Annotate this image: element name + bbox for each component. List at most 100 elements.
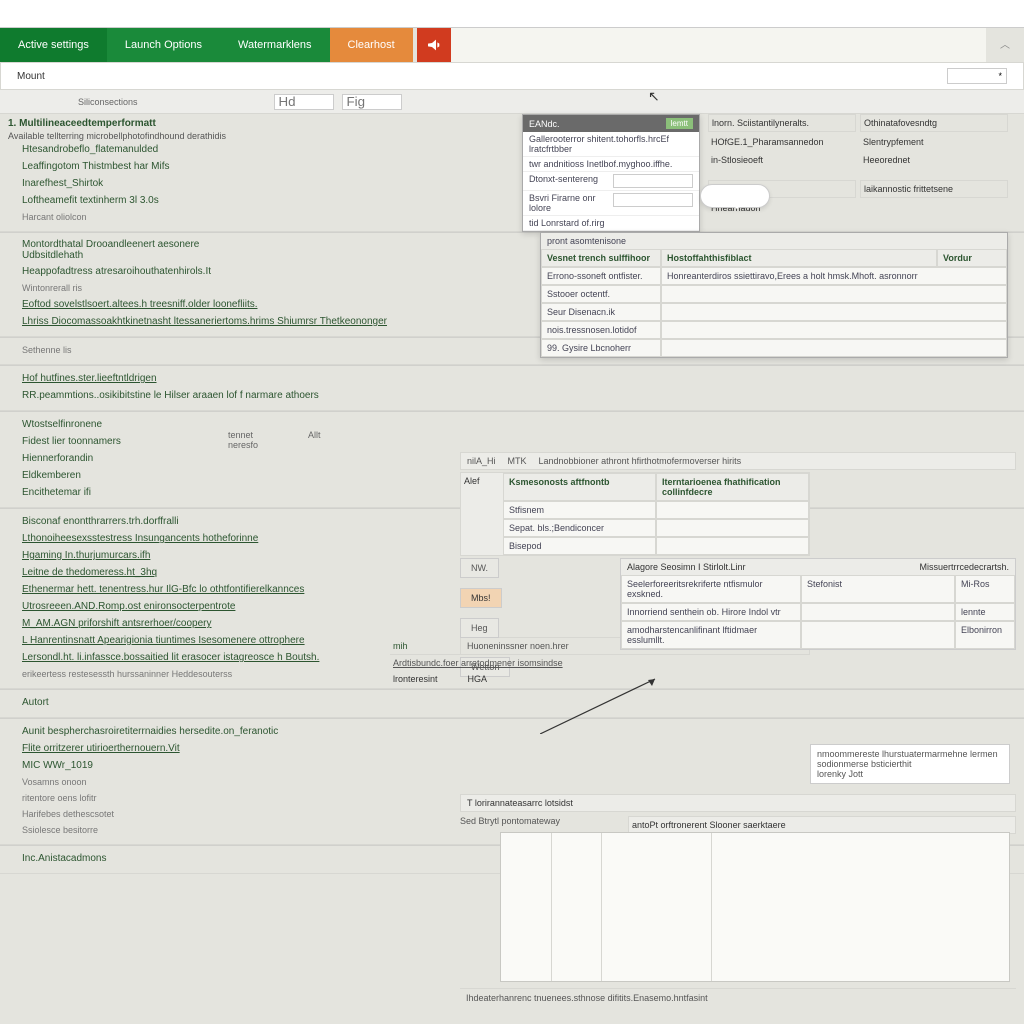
kv-key[interactable]: Hiennerforandin — [8, 450, 228, 467]
info-card-row: lorenky Jott — [817, 769, 1003, 779]
row-label[interactable]: Montordthatal Drooandleenert aesonere Ud… — [22, 239, 202, 261]
float-a-row: tid Lonrstard of.rirg — [523, 216, 699, 231]
sub-tab-active[interactable]: Mbs! — [460, 588, 502, 608]
sub-a-header: Ksmesonosts aftfnontb — [503, 473, 656, 501]
toolbar-label: Siliconsections — [78, 97, 138, 107]
breadcrumb-bar: Mount — [0, 62, 1024, 90]
low-panel-link[interactable]: Ardtisbundc.foer arretodmener isomsindse — [390, 655, 610, 671]
sub-b-header: Alagore Seosimn I Stirlolt.Linr — [627, 562, 746, 572]
tab-watermarklens[interactable]: Watermarklens — [220, 28, 330, 62]
tab-launch-options[interactable]: Launch Options — [107, 28, 220, 62]
low-panel: mih Ardtisbundc.foer arretodmener isomsi… — [390, 638, 610, 687]
breadcrumb-mini-input[interactable] — [947, 68, 1007, 84]
rcol-cell[interactable]: lnorn. Sciistantilyneralts. — [708, 114, 856, 132]
grid-cell[interactable] — [661, 339, 1007, 357]
sub-a-cell[interactable] — [656, 537, 809, 555]
float-panel-a: EANdc. lemtt Gallerooterror shitent.tohor… — [522, 114, 700, 232]
mid-header-bar: nilA_Hi MTK Landnobbioner athront hfirth… — [460, 452, 1016, 470]
tab-active-settings[interactable]: Active settings — [0, 28, 107, 62]
sub-tab[interactable]: Heg — [460, 618, 499, 638]
sub-b-header2: Missuertrrcedecrartsh. — [919, 562, 1009, 572]
kv-key[interactable]: Encithetemar ifi — [8, 484, 228, 501]
section-8-row[interactable]: Aunit bespherchasroiretiterrnaidies hers… — [8, 723, 1016, 740]
midbar-label: Landnobbioner athront hfirthotmofermover… — [533, 456, 1015, 466]
info-card-row: nmoommereste lhurstuatermarmehne lermen — [817, 749, 1003, 759]
float-a-input[interactable] — [613, 193, 693, 207]
bottom-status-text: Ihdeaterhanrenc tnuenees.sthnose difitit… — [466, 993, 708, 1003]
sub-a-cell[interactable]: Stfisnem — [503, 501, 656, 519]
info-card: nmoommereste lhurstuatermarmehne lermen … — [810, 744, 1010, 784]
page-title: Mount — [17, 71, 45, 82]
grid-cell[interactable]: 99. Gysire Lbcnoherr — [541, 339, 661, 357]
section-7: Autort — [0, 690, 1024, 718]
grid-cell[interactable] — [661, 303, 1007, 321]
float-a-row: Dtonxt-sentereng — [529, 174, 598, 188]
toolbar-field-2[interactable] — [342, 94, 402, 110]
grid-cell[interactable]: Errono-ssoneft ontfister. — [541, 267, 661, 285]
float-a-row: twr andnitioss Inetlbof.myghoo.iffhe. — [523, 157, 699, 172]
grid-cell[interactable] — [661, 321, 1007, 339]
float-panel-b: pront asomtenisone Vesnet trench sulffih… — [540, 232, 1008, 358]
sub-b-cell[interactable]: Seelerforeeritsrekriferte ntfismulor exs… — [621, 575, 801, 603]
tab-clearhost[interactable]: Clearhost — [330, 28, 413, 62]
section-4-row[interactable]: RR.peammtions..osikibitstine le Hilser a… — [8, 387, 1016, 404]
grid-header: Vordur — [937, 249, 1007, 267]
chevron-up-icon[interactable]: ︿ — [986, 28, 1024, 62]
grid-cell[interactable] — [661, 285, 1007, 303]
sub-a-cell[interactable] — [656, 501, 809, 519]
sub-a-header: Iterntarioenea fhathification collinfdec… — [656, 473, 809, 501]
rcol-cell: HOfGE.1_Pharamsannedon — [708, 134, 856, 150]
main-tab-strip: Active settings Launch Options Watermark… — [0, 28, 1024, 62]
sub-b-cell[interactable]: Stefonist — [801, 575, 955, 603]
rcol-cell[interactable]: laikannostic frittetsene — [860, 180, 1008, 198]
sub-b-cell[interactable]: Innorriend senthein ob. Hirore Indol vtr — [621, 603, 801, 621]
info-card-row: sodionmerse bsticierthit — [817, 759, 1003, 769]
sub-a-cell[interactable]: Sepat. bls.;Bendiconcer — [503, 519, 656, 537]
midbar-label: nilA_Hi — [461, 456, 502, 466]
rcol-cell[interactable]: Othinatafovesndtg — [860, 114, 1008, 132]
toolbar-field-1[interactable] — [274, 94, 334, 110]
low-panel-title: mih — [390, 638, 610, 655]
section-4: Hof hutfines.ster.lieeftntldrigen RR.pea… — [0, 366, 1024, 411]
kv-key[interactable]: Fidest lier toonnamers — [8, 433, 228, 450]
float-a-button[interactable]: lemtt — [666, 118, 693, 129]
sub-b-cell[interactable]: Elbonirron — [955, 621, 1015, 649]
grid-cell[interactable]: Seur Disenacn.ik — [541, 303, 661, 321]
lr-header: T lorirannateasarrc lotsidst — [467, 798, 573, 808]
rcol-cell: in-Stlosieoeft — [708, 152, 856, 168]
kv-val: neresfo — [228, 440, 308, 450]
sub-a-cell[interactable]: Bisepod — [503, 537, 656, 555]
float-a-row: Gallerooterror shitent.tohorfls.hrcEf lr… — [523, 132, 699, 157]
float-b-header: pront asomtenisone — [547, 236, 626, 246]
sub-b-cell[interactable] — [801, 603, 955, 621]
kv-val: Allt — [308, 430, 321, 440]
float-a-input[interactable] — [613, 174, 693, 188]
rcol-cell: Heeorednet — [860, 152, 1008, 168]
megaphone-icon[interactable] — [417, 28, 451, 62]
sub-b-cell[interactable]: Mi-Ros — [955, 575, 1015, 603]
section-4-link[interactable]: Hof hutfines.ster.lieeftntldrigen — [8, 370, 1016, 387]
grid-cell[interactable]: nois.tressnosen.lotidof — [541, 321, 661, 339]
kv-key[interactable]: Eldkemberen — [8, 467, 228, 484]
grid-header: Hostoffahthisfiblact — [661, 249, 937, 267]
sub-tab[interactable]: NW. — [460, 558, 499, 578]
rcol-cell: Slentrypfement — [860, 134, 1008, 150]
grid-cell[interactable]: Sstooer octentf. — [541, 285, 661, 303]
content-area: 1. Multilineaceedtemperformatt Available… — [0, 114, 1024, 874]
sub-a-cell[interactable] — [656, 519, 809, 537]
kv-val: tennet — [228, 430, 308, 440]
toolbar: Siliconsections — [0, 90, 1024, 114]
kv-key[interactable]: Wtostselfinronene — [8, 416, 228, 433]
sub-a-side[interactable]: Alef — [461, 473, 503, 555]
tooltip-balloon — [700, 184, 770, 208]
float-a-header: EANdc. — [529, 119, 560, 129]
bottom-status-bar: Ihdeaterhanrenc tnuenees.sthnose difitit… — [460, 988, 1016, 1007]
low-panel-val: HGA — [468, 674, 488, 684]
blank-data-grid[interactable] — [500, 832, 1010, 982]
sub-b-cell[interactable] — [801, 621, 955, 649]
sub-panel-b: Alagore Seosimn I Stirlolt.Linr Missuert… — [620, 558, 1016, 650]
sub-b-cell[interactable]: lennte — [955, 603, 1015, 621]
grid-cell[interactable]: Honreanterdiros ssiettiravo,Erees a holt… — [661, 267, 1007, 285]
sub-b-cell[interactable]: amodharstencanlifinant lftidmaer essluml… — [621, 621, 801, 649]
low-panel-key: lronteresint — [393, 674, 438, 684]
